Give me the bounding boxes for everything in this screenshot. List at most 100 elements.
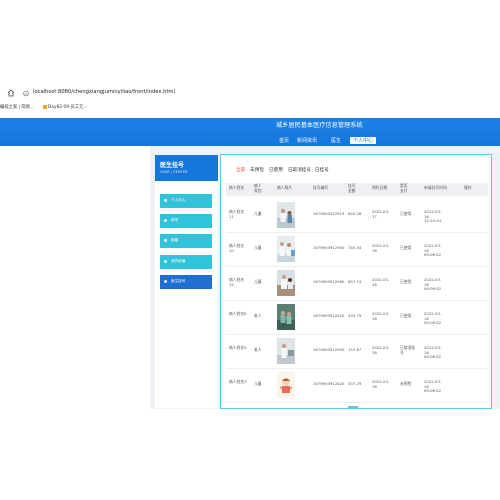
user-icon: [164, 199, 167, 202]
cell-status: 已取消挂号: [400, 345, 416, 355]
url-text[interactable]: localhost:8080/chengxiangjuminyiliao/fro…: [33, 89, 175, 95]
cell-status: 已使用: [400, 313, 412, 318]
cell-name: 病人姓名5: [229, 345, 247, 350]
table-row[interactable]: 病人姓名11 儿童 1679904322913 620.28 2022-03-1…: [226, 198, 488, 233]
col-action: 操作: [464, 185, 472, 190]
patient-photo[interactable]: [277, 304, 295, 330]
browser-chrome: localhost:8080/chengxiangjuminyiliao/fro…: [0, 86, 500, 118]
cell-amount: 697.74: [348, 279, 362, 284]
cell-name: 病人姓名3: [229, 379, 247, 384]
cell-category: 老人: [254, 313, 262, 318]
cell-time: 2022-03-16 09:06:52: [424, 379, 442, 394]
left-margin: [0, 146, 150, 409]
folder-icon: [43, 104, 47, 109]
cell-number: 1679903912960: [313, 279, 345, 284]
nav-news[interactable]: 新闻资讯: [297, 137, 317, 144]
info-icon[interactable]: [23, 90, 29, 97]
filter-pending[interactable]: 未预检: [250, 167, 264, 173]
cell-date: 2022-03-16: [372, 345, 390, 355]
cell-name: 病人姓名11: [229, 209, 245, 219]
col-date: 预约日期: [372, 185, 388, 190]
patient-photo[interactable]: [277, 372, 295, 398]
sidebar-item-label: 修改: [171, 218, 179, 222]
bookmark-1-label: 编程之家 | 简易...: [0, 105, 35, 110]
patient-photo[interactable]: [277, 338, 295, 364]
cell-category: 儿童: [254, 279, 262, 284]
cell-category: 老人: [254, 347, 262, 352]
cell-amount: 157.67: [348, 347, 362, 352]
col-photo: 病人照片: [277, 185, 293, 190]
heart-icon: [164, 260, 167, 263]
sidebar-item-label: 我的收藏: [171, 259, 186, 263]
cell-date: 2022-03-16: [372, 311, 390, 321]
nav-home[interactable]: 首页: [279, 137, 289, 144]
cell-date: 2022-03-16: [372, 379, 390, 389]
edit-icon: [164, 219, 167, 222]
address-bar[interactable]: localhost:8080/chengxiangjuminyiliao/fro…: [0, 86, 500, 100]
table-row[interactable]: 病人姓名10 儿童 1679903912950 745.34 2022-03-1…: [226, 232, 488, 267]
home-icon[interactable]: [7, 89, 15, 97]
cell-number: 1679903912420: [313, 313, 345, 318]
patient-photo[interactable]: [277, 202, 295, 228]
cell-name: 病人姓名10: [229, 243, 245, 253]
cell-amount: 337.29: [348, 381, 362, 386]
site-header: 城乡居民基本医疗信息管理系统 首页 新闻资讯 医生 个人中心: [0, 118, 500, 146]
table-row[interactable]: 病人姓名12 儿童 1679903912960 697.74 2022-03-1…: [226, 266, 488, 301]
cell-time: 2022-03-16 09:06:52: [424, 243, 442, 258]
cell-number: 1679903912420: [313, 381, 345, 386]
cell-category: 儿童: [254, 211, 262, 216]
cell-number: 1679904322913: [313, 211, 345, 216]
cell-status: 已使用: [400, 245, 412, 250]
cell-status: 未预检: [400, 381, 412, 386]
cell-status: 已使用: [400, 211, 412, 216]
cell-time: 2022-03-16 09:06:52: [424, 345, 442, 360]
calendar-icon: [164, 280, 167, 283]
cell-category: 儿童: [254, 245, 262, 250]
cell-name: 病人姓名12: [229, 277, 245, 287]
table-row[interactable]: 病人姓名3 儿童 1679903912420 337.29 2022-03-16…: [226, 368, 488, 403]
filter-registered[interactable]: 已挂号: [315, 167, 329, 173]
patient-photo[interactable]: [277, 270, 295, 296]
sidebar: 医生挂号 USER / CENTER 个人中心 修改 收藏 我的收藏 医生挂号: [155, 155, 218, 408]
sidebar-item-profile[interactable]: 个人中心: [160, 194, 212, 208]
cell-number: 1679903912950: [313, 245, 345, 250]
bookmark-2-label: Day82-09-员工元...: [48, 105, 88, 110]
cell-time: 2022-03-16 15:10:24: [424, 209, 442, 224]
col-number: 挂号编号: [313, 185, 329, 190]
patient-photo[interactable]: [277, 236, 295, 262]
pagination-indicator[interactable]: [348, 406, 358, 408]
col-amount: 挂号金额: [348, 183, 356, 193]
site-title: 城乡居民基本医疗信息管理系统: [276, 122, 363, 129]
sidebar-item-label: 收藏: [171, 238, 179, 242]
cell-amount: 745.34: [348, 245, 362, 250]
bookmark-1[interactable]: 编程之家 | 简易...: [0, 104, 34, 110]
cell-date: 2022-03-16: [372, 277, 390, 287]
cell-number: 1679903912590: [313, 347, 345, 352]
col-time: 申请挂号时间: [424, 185, 447, 190]
nav-profile[interactable]: 个人中心: [350, 137, 377, 144]
sidebar-header: 医生挂号 USER / CENTER: [155, 155, 218, 181]
cell-name: 病人姓名8: [229, 311, 247, 316]
cell-status: 已使用: [400, 279, 412, 284]
nav-doctor[interactable]: 医生: [331, 137, 341, 144]
sidebar-item-registration[interactable]: 医生挂号: [160, 275, 212, 289]
sidebar-subtitle: USER / CENTER: [160, 170, 188, 174]
col-category: 病人类别: [254, 183, 262, 193]
sidebar-item-my-favorites[interactable]: 我的收藏: [160, 255, 212, 269]
sidebar-item-label: 医生挂号: [171, 279, 186, 283]
cell-amount: 620.28: [348, 211, 362, 216]
filter-all[interactable]: 全部: [236, 167, 245, 173]
sidebar-item-favorite[interactable]: 收藏: [160, 234, 212, 248]
bookmark-2[interactable]: Day82-09-员工元...: [43, 104, 88, 110]
cell-date: 2022-03-16: [372, 243, 390, 253]
filter-used[interactable]: 已使用: [269, 167, 283, 173]
cell-date: 2022-03-17: [372, 209, 390, 219]
sidebar-item-label: 个人中心: [171, 198, 186, 202]
table-row[interactable]: 病人姓名5 老人 1679903912590 157.67 2022-03-16…: [226, 334, 488, 369]
cell-time: 2022-03-16 09:06:52: [424, 277, 442, 292]
table-row[interactable]: 病人姓名8 老人 1679903912420 435.79 2022-03-16…: [226, 300, 488, 335]
col-paid: 是否支付: [400, 183, 408, 193]
filter-cancelled[interactable]: 已取消挂号: [288, 167, 311, 173]
sidebar-item-edit[interactable]: 修改: [160, 214, 212, 228]
cell-category: 儿童: [254, 381, 262, 386]
